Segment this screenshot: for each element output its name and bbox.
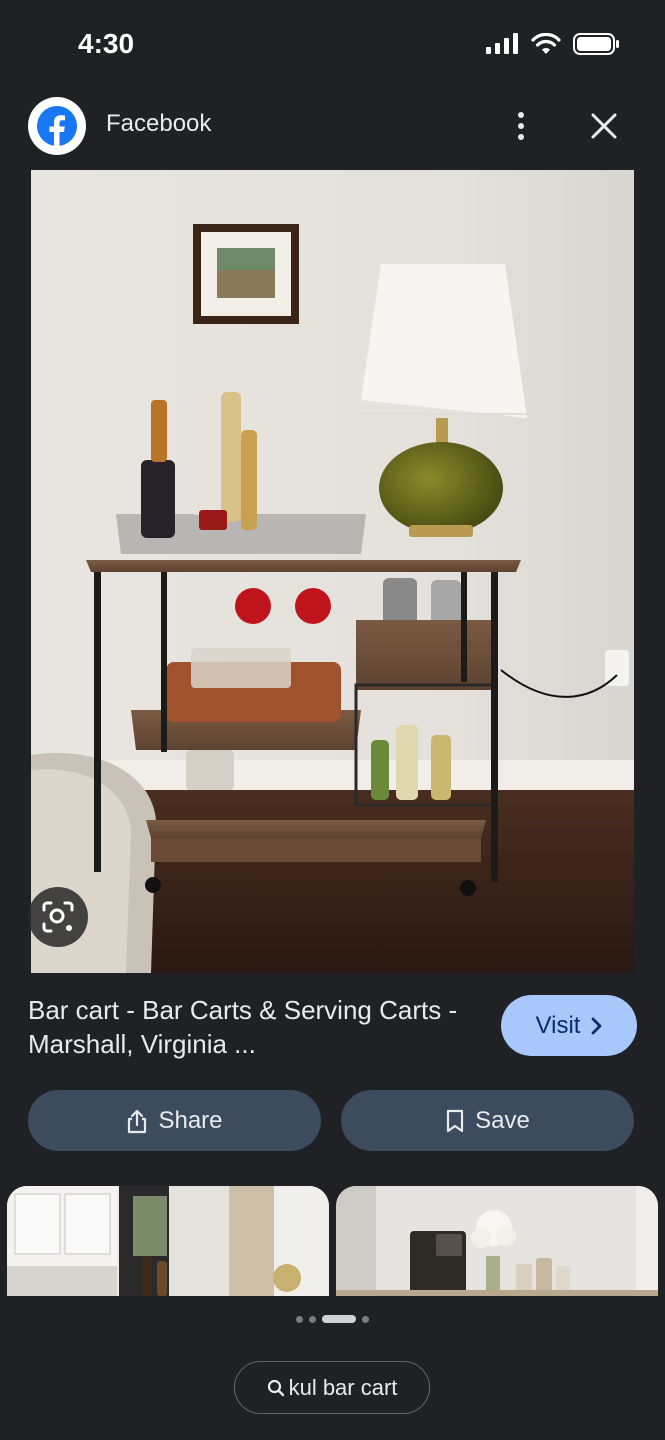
share-button[interactable]: Share [28,1090,321,1151]
status-bar: 4:30 [0,0,665,90]
search-icon [267,1379,284,1396]
wifi-icon [531,33,561,54]
main-image[interactable] [31,170,634,973]
save-button-label: Save [475,1106,530,1134]
bookmark-icon [447,1109,464,1132]
kitchen-thumbnail [7,1186,329,1296]
pagination-dot[interactable] [296,1315,303,1323]
status-time: 4:30 [78,28,135,59]
search-query-text: kul bar cart [288,1374,398,1400]
result-title[interactable]: Bar cart - Bar Carts & Serving Carts - M… [28,993,468,1061]
chevron-right-icon [592,1017,602,1034]
lens-icon [42,901,74,933]
pagination-dot[interactable] [362,1315,369,1323]
cellular-signal-icon [486,33,518,54]
coffee-station-thumbnail [336,1186,658,1296]
save-button[interactable]: Save [341,1090,634,1151]
share-button-label: Share [158,1106,223,1134]
search-query-chip[interactable]: kul bar cart [234,1361,430,1414]
visual-search-button[interactable] [28,887,88,947]
visit-button[interactable]: Visit [501,995,637,1056]
share-icon [128,1109,147,1133]
status-icons [485,32,621,56]
more-options-button[interactable] [506,106,536,146]
pagination-dot-active[interactable] [322,1315,356,1323]
visit-button-label: Visit [535,1011,581,1039]
close-icon [591,113,617,139]
related-image-2[interactable] [336,1186,658,1296]
bar-cart-photo [31,170,634,973]
related-image-1[interactable] [7,1186,329,1296]
more-vertical-icon [518,112,524,140]
source-name[interactable]: Facebook [106,110,211,138]
carousel-pagination [0,1313,665,1325]
close-button[interactable] [584,106,624,146]
pagination-dot[interactable] [309,1315,316,1323]
facebook-logo-icon [28,97,86,155]
source-header: Facebook [0,90,665,168]
battery-icon [573,33,619,55]
